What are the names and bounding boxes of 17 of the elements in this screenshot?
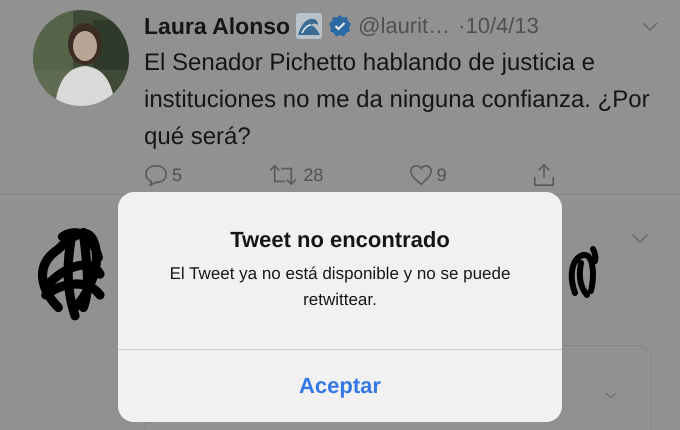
tweet-date: ·10/4/13: [458, 13, 539, 39]
chevron-down-icon[interactable]: [631, 233, 649, 244]
tweet-text: El Senador Pichetto hablando de justicia e instituciones no me da ninguna confianza. ¿Por qué será?: [144, 48, 651, 152]
user-name[interactable]: Laura Alonso: [144, 12, 290, 40]
alert-message: El Tweet ya no está disponible y no se puede retwittear.: [168, 263, 512, 311]
chevron-down-icon[interactable]: [604, 391, 618, 400]
heart-icon[interactable]: [408, 163, 433, 187]
user-handle: @laurit…: [358, 13, 450, 39]
retweet-icon[interactable]: [267, 163, 300, 187]
reply-count: 5: [172, 164, 182, 186]
chevron-down-icon[interactable]: [641, 20, 659, 32]
retweet-count: 28: [303, 164, 324, 186]
reply-icon[interactable]: [144, 163, 168, 187]
share-icon[interactable]: [532, 163, 556, 187]
like-count: 9: [436, 164, 447, 186]
alert-title: Tweet no encontrado: [230, 227, 450, 253]
wave-icon: [296, 13, 322, 39]
